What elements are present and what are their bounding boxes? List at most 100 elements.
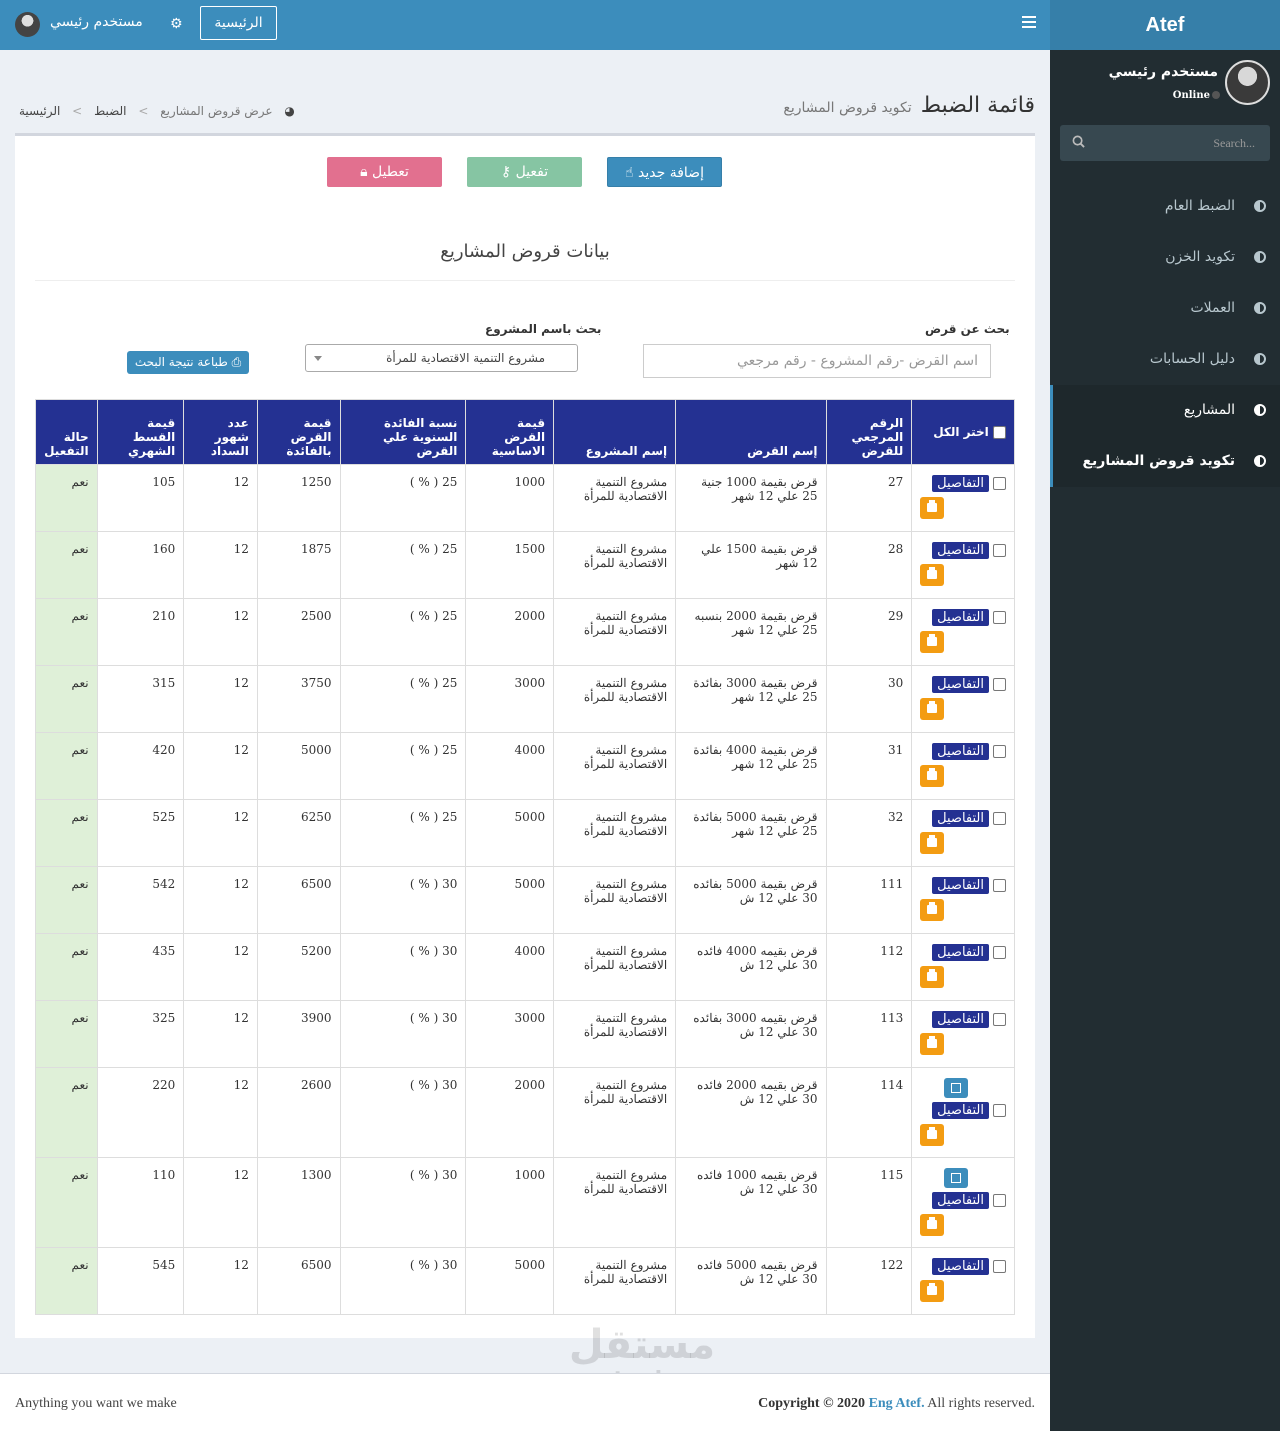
- breadcrumb: عرض قروض المشاريع > الضبط > الرئيسية ◕: [15, 104, 299, 118]
- select-all-checkbox[interactable]: [993, 426, 1006, 439]
- sidebar-item-general-settings[interactable]: الضبط العام: [1050, 181, 1280, 232]
- menu-toggle-icon[interactable]: [1022, 16, 1036, 28]
- row-checkbox[interactable]: [993, 611, 1006, 624]
- printer-icon: ⎙: [227, 355, 242, 369]
- row-checkbox[interactable]: [993, 1013, 1006, 1026]
- col-select-all[interactable]: اختر الكل: [911, 399, 1015, 465]
- cell-ref: 112: [825, 933, 913, 1001]
- cell-months: 12: [183, 866, 258, 934]
- print-button[interactable]: [920, 899, 945, 921]
- table-row: التفاصيل 29 قرض بقيمة 2000 بنسبه 25 علي 12…: [35, 598, 1015, 666]
- col-status[interactable]: حالة التفعيل: [35, 399, 98, 465]
- print-button[interactable]: [920, 1033, 945, 1055]
- col-installment[interactable]: قيمة القسط الشهري: [96, 399, 185, 465]
- sidebar-item-projects[interactable]: المشاريع: [1050, 385, 1280, 436]
- search-icon[interactable]: [1072, 135, 1085, 148]
- row-checkbox[interactable]: [993, 946, 1006, 959]
- printer-icon: [927, 969, 938, 981]
- circle-half-icon: [1254, 251, 1266, 263]
- printer-icon: [927, 1217, 938, 1229]
- row-actions-cell: التفاصيل: [911, 665, 1015, 733]
- cell-ref: 111: [825, 866, 913, 934]
- main-box: ☝ إضافة جديد ⚷ تفعيل 🔒︎ تعطيل بيانات قرو…: [15, 133, 1035, 1338]
- details-button[interactable]: التفاصيل: [932, 542, 989, 559]
- footer: Anything you want we make Copyright © 20…: [0, 1373, 1050, 1431]
- print-button[interactable]: [920, 497, 945, 519]
- author-link[interactable]: Eng Atef.: [869, 1396, 925, 1411]
- col-interest-rate[interactable]: نسبة الفائدة السنوية علي القرض: [339, 399, 467, 465]
- project-select-value: مشروع التنمية الاقتصادية للمرأة: [386, 351, 545, 365]
- col-ref[interactable]: الرقم المرجعي للقرض: [825, 399, 913, 465]
- printer-icon: [927, 634, 938, 646]
- rights-text: All rights reserved.: [927, 1396, 1035, 1411]
- row-checkbox[interactable]: [993, 879, 1006, 892]
- disable-button[interactable]: 🔒︎ تعطيل: [327, 157, 442, 187]
- details-button[interactable]: التفاصيل: [932, 743, 989, 760]
- col-project-name[interactable]: إسم المشروع: [553, 399, 677, 465]
- details-button[interactable]: التفاصيل: [932, 475, 989, 492]
- print-button[interactable]: [920, 564, 945, 586]
- print-button[interactable]: [920, 1214, 945, 1236]
- activate-button[interactable]: ⚷ تفعيل: [467, 157, 582, 187]
- table-row: التفاصيل 114 قرض بقيمه 2000 فائده 30 علي 1…: [35, 1067, 1015, 1158]
- cell-installment: 110: [96, 1157, 185, 1248]
- sidebar-item-project-loans[interactable]: تكويد قروض المشاريع: [1050, 436, 1280, 487]
- top-user-name[interactable]: مستخدم رئيسي: [50, 14, 143, 30]
- print-button[interactable]: [920, 698, 945, 720]
- cell-loan-name: قرض بقيمه 5000 فائده 30 علي 12 ش: [675, 1247, 827, 1315]
- details-button[interactable]: التفاصيل: [932, 944, 989, 961]
- breadcrumb-settings[interactable]: الضبط: [94, 104, 126, 118]
- home-button[interactable]: الرئيسية: [200, 6, 277, 40]
- print-button[interactable]: [920, 1280, 945, 1302]
- sidebar-item-currencies[interactable]: العملات: [1050, 283, 1280, 334]
- details-button[interactable]: التفاصيل: [932, 609, 989, 626]
- brand-logo[interactable]: Atef: [1050, 0, 1280, 50]
- row-checkbox[interactable]: [993, 1260, 1006, 1273]
- print-results-button[interactable]: ⎙ طباعة نتيجة البحث: [127, 351, 249, 374]
- col-loan-name[interactable]: إسم القرض: [675, 399, 827, 465]
- cell-status: نعم: [35, 464, 98, 532]
- edit-icon: [951, 1173, 961, 1183]
- details-button[interactable]: التفاصيل: [932, 676, 989, 693]
- print-button[interactable]: [920, 966, 945, 988]
- details-button[interactable]: التفاصيل: [932, 1192, 989, 1209]
- loan-search-input[interactable]: [643, 344, 991, 378]
- breadcrumb-home[interactable]: الرئيسية: [19, 104, 60, 118]
- sidebar-item-safes[interactable]: تكويد الخزن: [1050, 232, 1280, 283]
- col-total-value[interactable]: قيمة القرض بالفائدة: [256, 399, 341, 465]
- details-button[interactable]: التفاصيل: [932, 810, 989, 827]
- print-button[interactable]: [920, 765, 945, 787]
- cell-months: 12: [183, 665, 258, 733]
- row-checkbox[interactable]: [993, 1194, 1006, 1207]
- sidebar-search-input[interactable]: [1095, 125, 1255, 161]
- details-button[interactable]: التفاصيل: [932, 877, 989, 894]
- cell-project: مشروع التنمية الاقتصادية للمرأة: [553, 464, 677, 532]
- table-row: التفاصيل 115 قرض بقيمه 1000 فائده 30 علي 1…: [35, 1157, 1015, 1248]
- details-button[interactable]: التفاصيل: [932, 1102, 989, 1119]
- print-button[interactable]: [920, 1124, 945, 1146]
- row-actions-cell: التفاصيل: [911, 866, 1015, 934]
- row-checkbox[interactable]: [993, 745, 1006, 758]
- row-checkbox[interactable]: [993, 1104, 1006, 1117]
- col-months[interactable]: عدد شهور السداد: [183, 399, 258, 465]
- row-checkbox[interactable]: [993, 477, 1006, 490]
- copyright-text: Copyright © 2020: [758, 1396, 866, 1411]
- sidebar-item-label: دليل الحسابات: [1149, 351, 1235, 367]
- edit-button[interactable]: [944, 1078, 968, 1098]
- print-button[interactable]: [920, 631, 945, 653]
- gears-icon[interactable]: ⚙: [170, 16, 186, 32]
- details-button[interactable]: التفاصيل: [932, 1258, 989, 1275]
- details-button[interactable]: التفاصيل: [932, 1011, 989, 1028]
- row-checkbox[interactable]: [993, 812, 1006, 825]
- print-button[interactable]: [920, 832, 945, 854]
- add-new-button[interactable]: ☝ إضافة جديد: [607, 157, 722, 187]
- cell-rate: 30 ( % ): [339, 1067, 467, 1158]
- row-checkbox[interactable]: [993, 544, 1006, 557]
- row-checkbox[interactable]: [993, 678, 1006, 691]
- user-avatar[interactable]: [15, 12, 40, 37]
- edit-button[interactable]: [944, 1168, 968, 1188]
- sidebar-item-accounts[interactable]: دليل الحسابات: [1050, 334, 1280, 385]
- project-select[interactable]: مشروع التنمية الاقتصادية للمرأة: [305, 344, 578, 372]
- sidebar-item-label: العملات: [1190, 300, 1235, 316]
- col-base-value[interactable]: قيمة القرض الاساسية: [465, 399, 555, 465]
